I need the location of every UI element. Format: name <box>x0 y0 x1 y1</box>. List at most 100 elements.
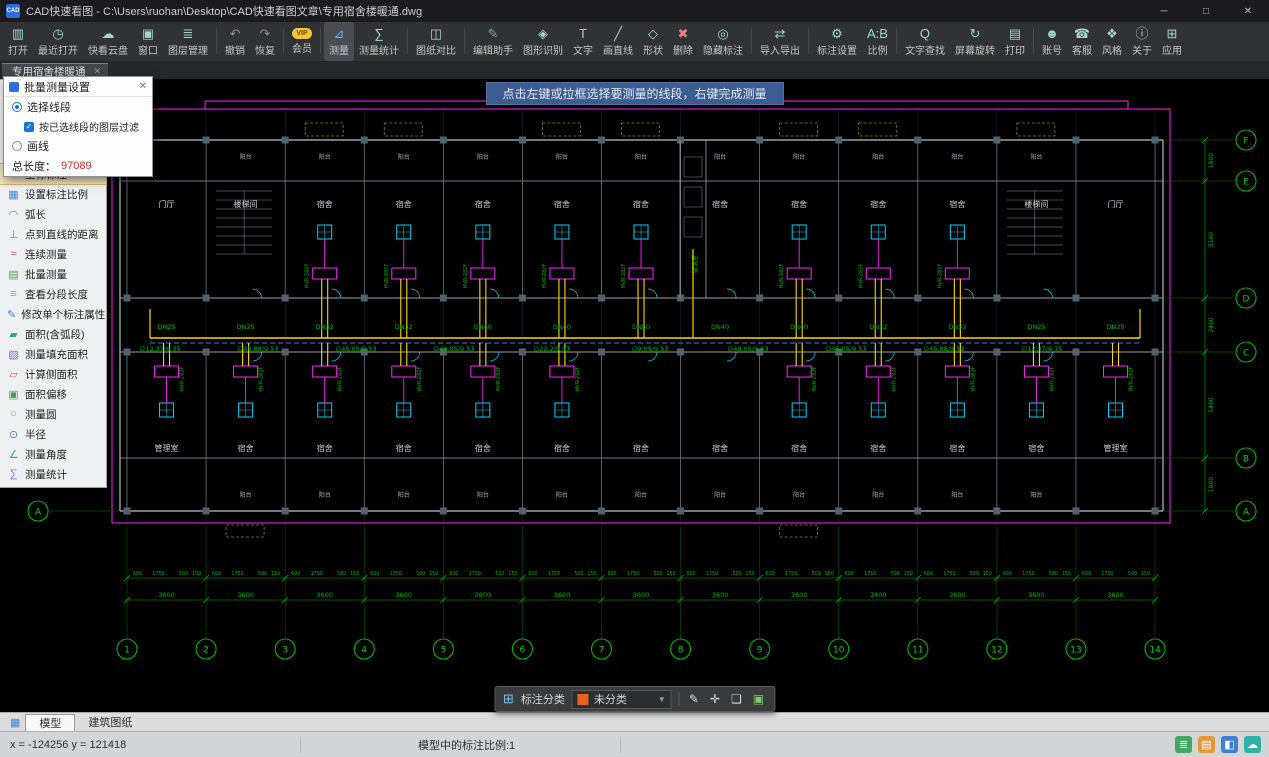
toolbar-item-recent-open[interactable]: ◷最近打开 <box>33 22 83 61</box>
edit-icon[interactable]: ✎ <box>687 692 701 706</box>
svg-text:5400: 5400 <box>1208 397 1215 412</box>
menu-item-modify-annotation-property[interactable]: ✎修改单个标注属性 <box>0 304 106 324</box>
svg-text:600: 600 <box>924 571 933 577</box>
theme-icon: ❖ <box>1106 27 1118 41</box>
menu-item-area-offset[interactable]: ▣面积偏移 <box>0 384 106 404</box>
svg-text:管理室: 管理室 <box>155 443 179 453</box>
svg-text:∅12.37/6.35: ∅12.37/6.35 <box>1022 345 1063 353</box>
svg-text:1750: 1750 <box>706 571 718 577</box>
cad-canvas[interactable]: 盥洗室HVR-282FHVR-282FHVR-282FHVR-282FHVR-2… <box>0 79 1269 712</box>
toolbar-item-shapes[interactable]: ◇形状 <box>638 22 668 61</box>
view-segment-length-icon: ≡ <box>7 288 20 300</box>
toolbar-item-undo[interactable]: ↶撤销 <box>220 22 250 61</box>
menu-item-area-with-arc[interactable]: ▰面积(含弧段) <box>0 324 106 344</box>
radio-unselected-icon[interactable] <box>12 141 22 151</box>
radio-selected-icon[interactable] <box>12 102 22 112</box>
option-filter-label: 按已选线段的图层过滤 <box>39 119 139 134</box>
toolbar-item-import-export[interactable]: ⇄导入导出 <box>755 22 805 61</box>
toolbar-item-open[interactable]: ▥打开 <box>3 22 33 61</box>
toolbar-item-hide-annotations[interactable]: ◎隐藏标注 <box>698 22 748 61</box>
menu-item-batch-measure[interactable]: ▤批量测量 <box>0 264 106 284</box>
menu-item-measure-statistics[interactable]: ∑测量统计 <box>0 464 106 484</box>
sheet-tab-model[interactable]: 模型 <box>25 714 75 731</box>
menu-item-point-to-line-distance[interactable]: ⊥点到直线的距离 <box>0 224 106 244</box>
sheet-tab-architecture[interactable]: 建筑图纸 <box>75 713 145 731</box>
toolbar-item-support[interactable]: ☎客服 <box>1067 22 1097 61</box>
svg-text:3600: 3600 <box>554 591 571 599</box>
vip-member-icon: VIP <box>292 28 311 39</box>
option-layer-filter[interactable]: ✓ 按已选线段的图层过滤 <box>4 117 152 136</box>
svg-text:1750: 1750 <box>864 571 876 577</box>
toolbar-item-cloud-drive[interactable]: ☁快看云盘 <box>83 22 133 61</box>
toolbar-item-text[interactable]: T文字 <box>568 22 598 61</box>
arc-length-icon: ◠ <box>7 208 20 221</box>
sheet-nav-icon[interactable]: ▦ <box>5 713 25 731</box>
move-icon[interactable]: ✛ <box>708 692 722 706</box>
option-select-segment[interactable]: 选择线段 <box>4 97 152 117</box>
toolbar-item-print[interactable]: ▤打印 <box>1000 22 1030 61</box>
menu-item-arc-length[interactable]: ◠弧长 <box>0 204 106 224</box>
toolbar-item-account[interactable]: ☻账号 <box>1037 22 1067 61</box>
toolbar-item-layer-manager[interactable]: ≣图层管理 <box>163 22 213 61</box>
toolbar-item-about[interactable]: ⓘ关于 <box>1127 22 1157 61</box>
toolbar-item-find-text[interactable]: Q文字查找 <box>900 22 950 61</box>
svg-text:阳台: 阳台 <box>556 491 568 499</box>
toolbar-item-delete[interactable]: ✖删除 <box>668 22 698 61</box>
menu-item-set-annotation-scale[interactable]: ▦设置标注比例 <box>0 184 106 204</box>
menu-item-radius[interactable]: ⊙半径 <box>0 424 106 444</box>
folder-status-icon[interactable]: ▤ <box>1198 736 1215 753</box>
toolbar-item-window[interactable]: ▣窗口 <box>133 22 163 61</box>
menu-item-measure-circle[interactable]: ○测量圆 <box>0 404 106 424</box>
toolbar-item-scale[interactable]: A:B比例 <box>862 22 893 61</box>
toolbar-item-vip-member[interactable]: VIP会员 <box>287 22 317 61</box>
svg-text:1: 1 <box>124 646 130 656</box>
maximize-icon[interactable]: □ <box>1185 0 1227 22</box>
panel-close-icon[interactable]: ✕ <box>139 81 147 92</box>
menu-item-measure-fill-area[interactable]: ▨测量填充面积 <box>0 344 106 364</box>
svg-text:3600: 3600 <box>316 591 333 599</box>
document-status-icon[interactable]: ≣ <box>1175 736 1192 753</box>
menu-item-side-area[interactable]: ▱计算侧面积 <box>0 364 106 384</box>
status-divider <box>300 737 301 753</box>
toolbar-item-redo[interactable]: ↷恢复 <box>250 22 280 61</box>
svg-text:阳台: 阳台 <box>1030 491 1042 499</box>
svg-text:A: A <box>1243 508 1250 518</box>
checkbox-checked-icon[interactable]: ✓ <box>24 122 34 132</box>
toolbar-item-theme[interactable]: ❖风格 <box>1097 22 1127 61</box>
copy-icon[interactable]: ❏ <box>729 692 744 706</box>
close-icon[interactable]: ✕ <box>1227 0 1269 22</box>
hint-bar: 点击左键或拉框选择要测量的线段，右键完成测量 <box>485 82 783 105</box>
svg-text:HVR-282F: HVR-282F <box>305 264 311 289</box>
svg-text:500: 500 <box>574 571 583 577</box>
toolbar-item-drawing-compare[interactable]: ◫图纸对比 <box>411 22 461 61</box>
menu-item-label: 查看分段长度 <box>25 287 88 302</box>
svg-text:500: 500 <box>337 571 346 577</box>
minimize-icon[interactable]: ─ <box>1143 0 1185 22</box>
option-draw-line[interactable]: 画线 <box>4 136 152 156</box>
cloud-status-icon[interactable]: ☁ <box>1244 736 1261 753</box>
toolbar-item-measure[interactable]: ⊿测量 <box>324 22 354 61</box>
toolbar-item-edit-assistant[interactable]: ✎编辑助手 <box>468 22 518 61</box>
toolbar-item-annotation-settings[interactable]: ⚙标注设置 <box>812 22 862 61</box>
svg-text:DN32: DN32 <box>948 323 966 331</box>
svg-text:DN32: DN32 <box>395 323 413 331</box>
total-length-value: 97089 <box>61 160 92 172</box>
toolbar-item-shape-recognition[interactable]: ◈图形识别 <box>518 22 568 61</box>
svg-text:1750: 1750 <box>627 571 639 577</box>
toolbar-item-draw-line[interactable]: ╱画直线 <box>598 22 638 61</box>
svg-text:阳台: 阳台 <box>319 153 331 161</box>
confirm-icon[interactable]: ▣ <box>751 692 766 706</box>
svg-text:∅45.05/9.53: ∅45.05/9.53 <box>336 345 377 353</box>
menu-item-measure-angle[interactable]: ∠测量角度 <box>0 444 106 464</box>
image-status-icon[interactable]: ◧ <box>1221 736 1238 753</box>
status-bar: x = -124256 y = 121418 模型中的标注比例:1 ≣▤◧☁ <box>0 731 1269 757</box>
toolbar-item-measure-stats[interactable]: ∑测量统计 <box>354 22 404 61</box>
grid-icon[interactable]: ⊞ <box>503 691 514 707</box>
svg-text:3600: 3600 <box>949 591 966 599</box>
toolbar-item-rotate-screen[interactable]: ↻屏幕旋转 <box>950 22 1000 61</box>
toolbar-item-apps[interactable]: ⊞应用 <box>1157 22 1187 61</box>
svg-text:600: 600 <box>133 571 142 577</box>
category-dropdown[interactable]: 未分类 ▼ <box>572 690 672 709</box>
menu-item-continuous-measure[interactable]: ≈连续测量 <box>0 244 106 264</box>
menu-item-view-segment-length[interactable]: ≡ 查看分段长度 <box>0 284 106 304</box>
